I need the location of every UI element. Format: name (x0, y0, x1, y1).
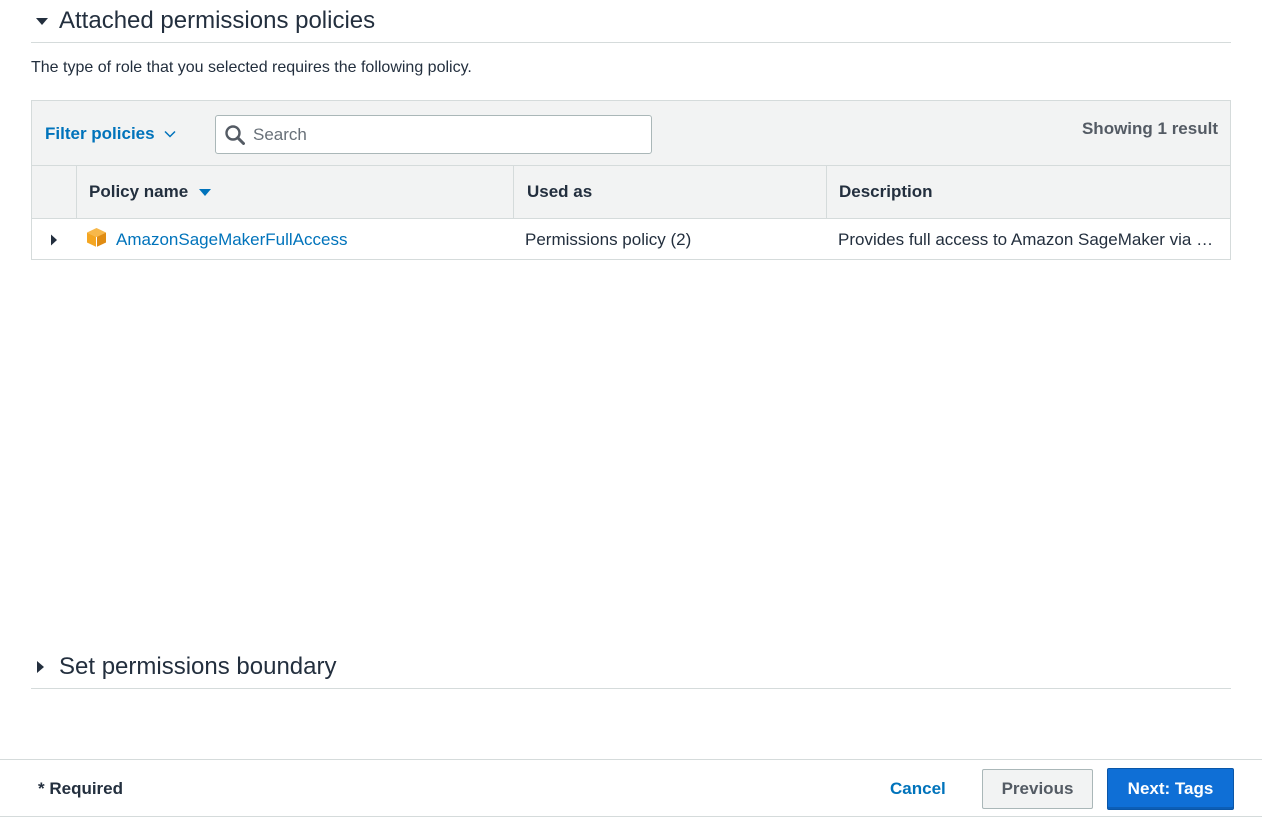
permissions-boundary-title: Set permissions boundary (59, 653, 337, 680)
attached-policies-section-header[interactable]: Attached permissions policies (31, 0, 1231, 43)
search-input[interactable] (251, 123, 635, 146)
filter-policies-label: Filter policies (45, 124, 155, 143)
chevron-down-icon (164, 130, 176, 138)
search-field[interactable] (215, 115, 652, 154)
sort-descending-icon[interactable] (198, 188, 212, 197)
expand-row-toggle[interactable] (32, 219, 76, 260)
filter-policies-button[interactable]: Filter policies (45, 124, 176, 144)
previous-button[interactable]: Previous (982, 769, 1093, 809)
table-toolbar: Filter policies Showing 1 result (32, 101, 1230, 166)
next-tags-button[interactable]: Next: Tags (1107, 768, 1234, 810)
section-description: The type of role that you selected requi… (31, 59, 472, 76)
caret-down-icon[interactable] (31, 16, 59, 26)
column-header-label: Policy name (89, 182, 189, 201)
column-header-description[interactable]: Description (826, 166, 1231, 218)
policy-name-cell: AmazonSageMakerFullAccess (76, 219, 513, 260)
policy-name-link[interactable]: AmazonSageMakerFullAccess (116, 230, 347, 250)
column-header-expand (32, 166, 76, 218)
caret-right-icon[interactable] (31, 660, 59, 674)
table-header: Policy name Used as Description (32, 166, 1230, 219)
caret-right-icon (51, 234, 57, 245)
column-header-label: Description (839, 182, 933, 201)
cancel-button[interactable]: Cancel (890, 779, 946, 799)
description-cell: Provides full access to Amazon SageMaker… (838, 230, 1216, 249)
column-header-used-as[interactable]: Used as (513, 166, 826, 218)
result-count: Showing 1 result (1081, 119, 1218, 138)
used-as-cell: Permissions policy (2) (525, 229, 692, 249)
column-header-label: Used as (527, 182, 593, 201)
search-icon (219, 124, 251, 145)
wizard-footer: * Required Cancel Previous Next: Tags (0, 759, 1262, 817)
aws-managed-policy-icon (86, 227, 107, 248)
attached-policies-title: Attached permissions policies (59, 7, 376, 34)
table-row[interactable]: AmazonSageMakerFullAccess Permissions po… (32, 219, 1230, 260)
required-note: * Required (38, 779, 124, 798)
column-header-policy-name[interactable]: Policy name (76, 166, 513, 218)
permissions-boundary-section-header[interactable]: Set permissions boundary (31, 646, 1231, 689)
policies-table-panel: Filter policies Showing 1 result Policy … (31, 100, 1231, 260)
